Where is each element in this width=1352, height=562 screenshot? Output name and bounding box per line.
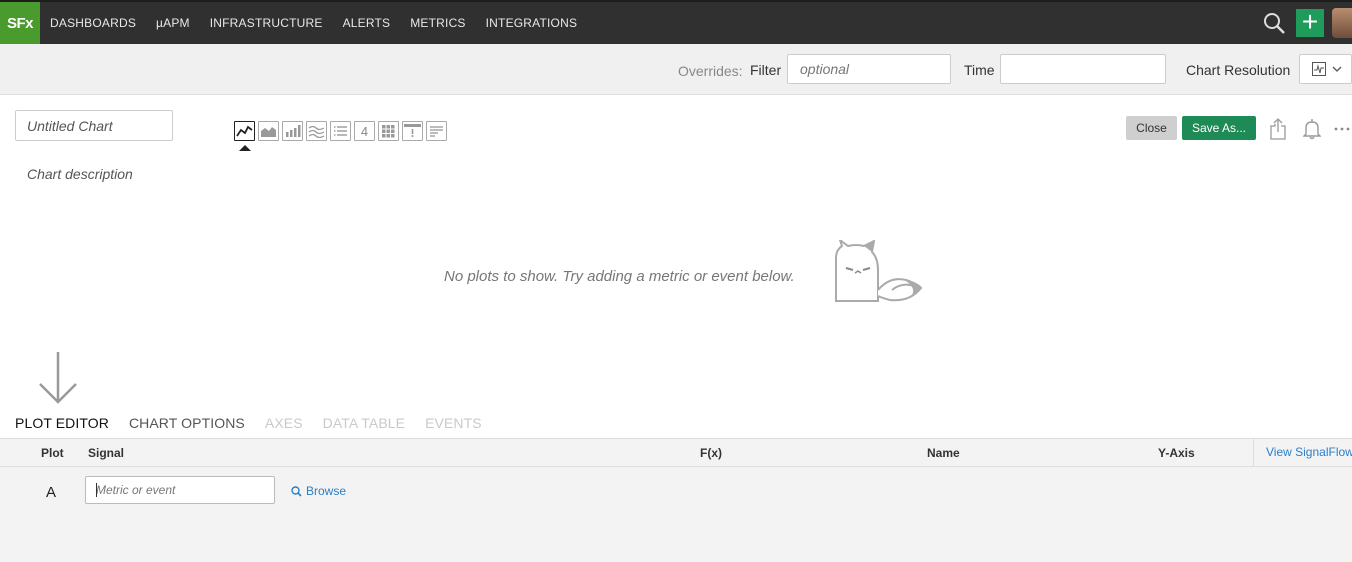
nav-metrics[interactable]: METRICS bbox=[410, 16, 465, 30]
mascot-illustration bbox=[835, 240, 923, 302]
column-chart-icon[interactable] bbox=[282, 121, 303, 141]
nav-infrastructure[interactable]: INFRASTRUCTURE bbox=[210, 16, 323, 30]
top-nav: SFx DASHBOARDS µAPM INFRASTRUCTURE ALERT… bbox=[0, 0, 1352, 44]
view-signalflow-link[interactable]: View SignalFlow bbox=[1253, 439, 1352, 466]
single-value-icon[interactable]: 4 bbox=[354, 121, 375, 141]
search-icon bbox=[291, 485, 302, 497]
empty-state-message: No plots to show. Try adding a metric or… bbox=[444, 268, 795, 285]
header-plot: Plot bbox=[41, 446, 64, 460]
list-icon[interactable] bbox=[330, 121, 351, 141]
close-button[interactable]: Close bbox=[1126, 116, 1177, 140]
header-y-axis: Y-Axis bbox=[1158, 446, 1195, 460]
plot-table-header: Plot Signal F(x) Name Y-Axis View Signal… bbox=[0, 439, 1352, 467]
bell-icon[interactable] bbox=[1302, 117, 1322, 141]
nav-dashboards[interactable]: DASHBOARDS bbox=[50, 16, 136, 30]
heatmap-icon[interactable] bbox=[378, 121, 399, 141]
nav-integrations[interactable]: INTEGRATIONS bbox=[486, 16, 578, 30]
plot-editor-panel: Plot Signal F(x) Name Y-Axis View Signal… bbox=[0, 438, 1352, 562]
app: SFx DASHBOARDS µAPM INFRASTRUCTURE ALERT… bbox=[0, 0, 1352, 562]
area-chart-icon[interactable] bbox=[258, 121, 279, 141]
filter-label: Filter bbox=[750, 62, 782, 78]
header-fx: F(x) bbox=[700, 446, 722, 460]
event-feed-icon[interactable] bbox=[402, 121, 423, 141]
browse-link[interactable]: Browse bbox=[291, 484, 346, 498]
chart-resolution-label: Chart Resolution bbox=[1186, 62, 1291, 78]
chart-title-input[interactable]: Untitled Chart bbox=[15, 110, 173, 141]
add-button[interactable]: + bbox=[1296, 8, 1324, 37]
chart-type-selector: 4 bbox=[234, 121, 450, 141]
time-label: Time bbox=[964, 62, 995, 78]
chevron-down-icon bbox=[1332, 66, 1342, 72]
avatar[interactable] bbox=[1332, 8, 1352, 38]
line-chart-icon[interactable] bbox=[234, 121, 255, 141]
metric-or-event-input[interactable]: Metric or event bbox=[85, 476, 275, 504]
resolution-chart-icon bbox=[1312, 62, 1326, 76]
more-options-icon[interactable] bbox=[1332, 117, 1352, 141]
search-icon[interactable] bbox=[1260, 9, 1288, 37]
save-as-button[interactable]: Save As... bbox=[1182, 116, 1256, 140]
header-signal: Signal bbox=[88, 446, 125, 460]
plot-letter: A bbox=[46, 484, 57, 501]
share-icon[interactable] bbox=[1268, 117, 1288, 141]
chart-description-input[interactable]: Chart description bbox=[27, 166, 133, 182]
chart-resolution-dropdown[interactable] bbox=[1299, 54, 1352, 84]
header-name: Name bbox=[927, 446, 960, 460]
histogram-icon[interactable] bbox=[306, 121, 327, 141]
selected-type-indicator bbox=[239, 145, 251, 151]
overrides-bar: Overrides: Filter optional Time Chart Re… bbox=[0, 44, 1352, 95]
filter-input[interactable]: optional bbox=[787, 54, 951, 84]
sfx-logo[interactable]: SFx bbox=[0, 2, 40, 44]
nav-alerts[interactable]: ALERTS bbox=[343, 16, 391, 30]
nav-right: + bbox=[1260, 2, 1352, 44]
time-input[interactable] bbox=[1000, 54, 1166, 84]
text-note-icon[interactable] bbox=[426, 121, 447, 141]
arrow-down-icon bbox=[39, 352, 77, 404]
overrides-label: Overrides: bbox=[678, 63, 743, 79]
browse-label: Browse bbox=[306, 484, 347, 498]
nav-apm[interactable]: µAPM bbox=[156, 16, 190, 30]
